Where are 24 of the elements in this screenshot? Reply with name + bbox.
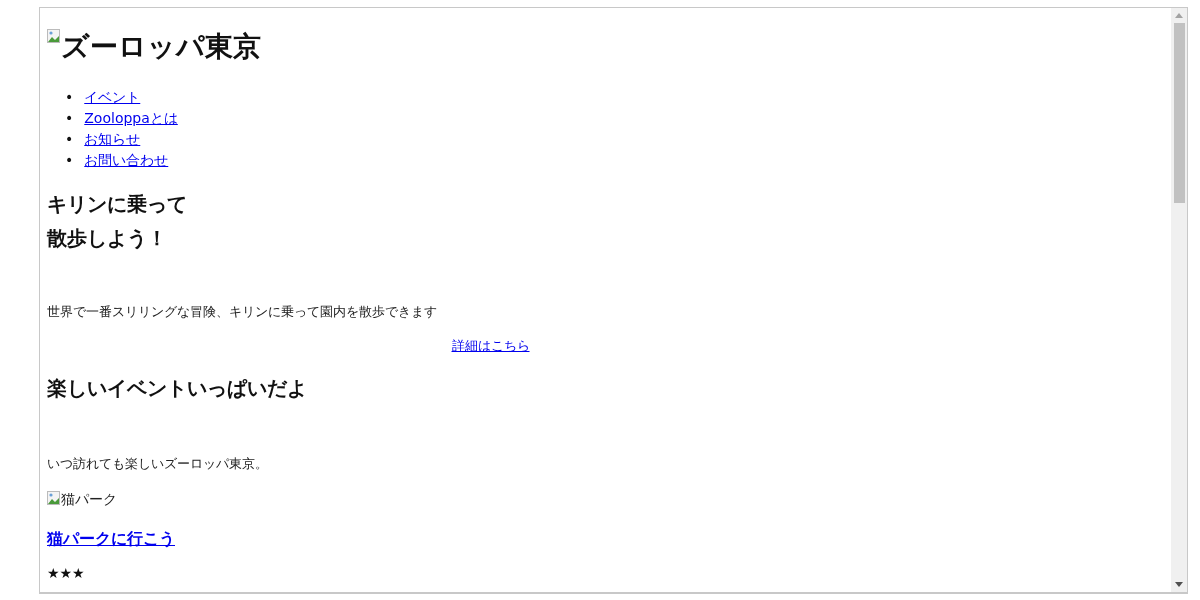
site-logo-alt-text: ズーロッパ東京 [61,29,261,65]
nav-link[interactable]: お問い合わせ [84,150,169,171]
hero-heading: 散歩しよう！ [47,225,168,252]
bullet: • [65,88,74,107]
nav-link[interactable]: お知らせ [84,129,141,150]
bullet: • [65,109,74,128]
scrollbar[interactable] [1171,8,1187,592]
bullet: • [65,151,74,170]
broken-image-icon [47,29,61,45]
rating-text: ★★★ [47,564,86,582]
scroll-down-arrow-icon[interactable] [1175,582,1183,587]
section-heading: 楽しいイベントいっぱいだよ [47,375,308,402]
hero-heading: キリンに乗って [47,191,188,218]
details-link[interactable]: 詳細はこちら [451,338,530,353]
event-link[interactable]: 猫パークに行こう [47,529,175,548]
nav-link[interactable]: イベント [84,87,141,108]
nav-link[interactable]: Zooloppaとは [84,108,178,129]
broken-image-icon [47,491,61,507]
scroll-up-arrow-icon[interactable] [1175,13,1183,18]
image-alt-text: 猫パーク [61,490,117,508]
scrollbar-thumb[interactable] [1173,23,1185,203]
hero-text: 世界で一番スリリングな冒険、キリンに乗って園内を散歩できます [47,303,438,321]
section-text: いつ訪れても楽しいズーロッパ東京。 [47,455,269,473]
bullet: • [65,130,74,149]
